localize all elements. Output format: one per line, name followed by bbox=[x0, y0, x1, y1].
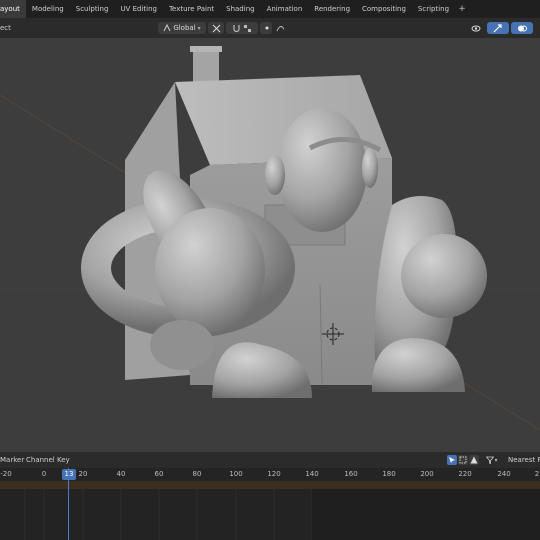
3d-viewport[interactable] bbox=[0, 38, 540, 452]
warning-icon bbox=[470, 456, 478, 464]
cursor-arrow-icon bbox=[449, 457, 455, 463]
orientation-icon bbox=[163, 24, 171, 32]
add-workspace-button[interactable]: + bbox=[455, 4, 469, 14]
tab-uv-editing[interactable]: UV Editing bbox=[114, 0, 163, 18]
tab-layout[interactable]: ayout bbox=[0, 0, 26, 18]
only-show-errors-toggle[interactable] bbox=[469, 455, 479, 465]
chevron-down-icon: ▾ bbox=[494, 456, 498, 464]
ruler-tick-label: 100 bbox=[229, 470, 243, 478]
filter-dropdown[interactable]: ▾ bbox=[484, 455, 500, 465]
left-body-mesh bbox=[155, 208, 265, 332]
ruler-tick-label: -20 bbox=[0, 470, 12, 478]
orientation-label: Global bbox=[173, 24, 196, 32]
chevron-down-icon: ▾ bbox=[197, 24, 201, 32]
viewport-header: ect Global ▾ bbox=[0, 18, 540, 38]
workspace-tabbar: ayout Modeling Sculpting UV Editing Text… bbox=[0, 0, 540, 18]
tab-modeling[interactable]: Modeling bbox=[26, 0, 70, 18]
ruler-tick-label: 80 bbox=[192, 470, 202, 478]
ruler-tick-label: 20 bbox=[78, 470, 88, 478]
snap-increment-icon bbox=[244, 24, 251, 32]
magnet-icon bbox=[233, 24, 240, 32]
transform-orientation-dropdown[interactable]: Global ▾ bbox=[158, 22, 206, 34]
proportional-icon bbox=[265, 26, 269, 30]
pivot-point-dropdown[interactable] bbox=[208, 22, 224, 34]
show-hidden-toggle[interactable] bbox=[458, 455, 468, 465]
timeline-menu-key[interactable]: Key bbox=[57, 454, 70, 466]
right-hand-mesh bbox=[401, 234, 487, 318]
house-chimney bbox=[193, 48, 219, 83]
house-chimney-cap bbox=[190, 46, 222, 52]
timeline-menu-channel[interactable]: Channel bbox=[26, 454, 55, 466]
timeline-body[interactable] bbox=[0, 481, 540, 540]
ruler-tick-label: 2 bbox=[534, 470, 540, 478]
only-show-selected-toggle[interactable] bbox=[447, 455, 457, 465]
viewport-scene bbox=[0, 46, 540, 431]
select-menu[interactable]: ect bbox=[0, 22, 11, 34]
tab-texture-paint[interactable]: Texture Paint bbox=[163, 0, 220, 18]
tab-sculpting[interactable]: Sculpting bbox=[70, 0, 115, 18]
tab-rendering[interactable]: Rendering bbox=[308, 0, 356, 18]
view-object-types-dropdown[interactable] bbox=[468, 22, 484, 34]
ruler-tick-label: 240 bbox=[497, 470, 511, 478]
ruler-tick-label: 160 bbox=[344, 470, 358, 478]
frame-ruler[interactable]: -20 0 20 40 60 80 100 120 140 160 180 20… bbox=[0, 468, 540, 481]
timeline-grid bbox=[24, 489, 540, 540]
ruler-tick-label: 60 bbox=[154, 470, 164, 478]
ear-mesh bbox=[265, 155, 285, 195]
snap-dropdown[interactable] bbox=[226, 22, 258, 34]
ruler-tick-label: 120 bbox=[267, 470, 281, 478]
eye-icon bbox=[471, 25, 481, 31]
left-lower-mesh bbox=[150, 320, 214, 370]
ruler-tick-label: 40 bbox=[116, 470, 126, 478]
current-frame-indicator[interactable]: 13 bbox=[62, 469, 76, 480]
proportional-falloff-dropdown[interactable] bbox=[273, 22, 287, 34]
pivot-icon bbox=[212, 24, 220, 32]
ruler-tick-label: 220 bbox=[458, 470, 472, 478]
frame-range-bar bbox=[0, 481, 540, 489]
tab-shading[interactable]: Shading bbox=[220, 0, 260, 18]
proportional-editing-toggle[interactable] bbox=[260, 22, 272, 34]
ruler-tick-label: 180 bbox=[382, 470, 396, 478]
select-box-icon bbox=[459, 456, 467, 464]
head-mesh bbox=[277, 108, 367, 232]
falloff-icon bbox=[276, 26, 284, 32]
gizmo-icon bbox=[493, 23, 502, 32]
ear-mesh bbox=[362, 148, 378, 188]
ruler-tick-label: 200 bbox=[420, 470, 434, 478]
tab-scripting[interactable]: Scripting bbox=[412, 0, 455, 18]
timeline-menu-marker[interactable]: Marker bbox=[0, 454, 24, 466]
playhead-line[interactable] bbox=[68, 468, 69, 540]
timeline-header: Marker Channel Key ▾ Nearest Fra bbox=[0, 452, 540, 468]
tab-compositing[interactable]: Compositing bbox=[356, 0, 412, 18]
filter-icon bbox=[486, 456, 495, 464]
interpolation-mode-dropdown[interactable]: Nearest Fra bbox=[508, 454, 540, 466]
gizmo-toggle[interactable] bbox=[487, 22, 509, 34]
ruler-tick-label: 140 bbox=[305, 470, 319, 478]
ruler-tick-label: 0 bbox=[41, 470, 47, 478]
tab-animation[interactable]: Animation bbox=[261, 0, 309, 18]
overlays-icon bbox=[518, 25, 527, 31]
overlays-toggle[interactable] bbox=[511, 22, 533, 34]
